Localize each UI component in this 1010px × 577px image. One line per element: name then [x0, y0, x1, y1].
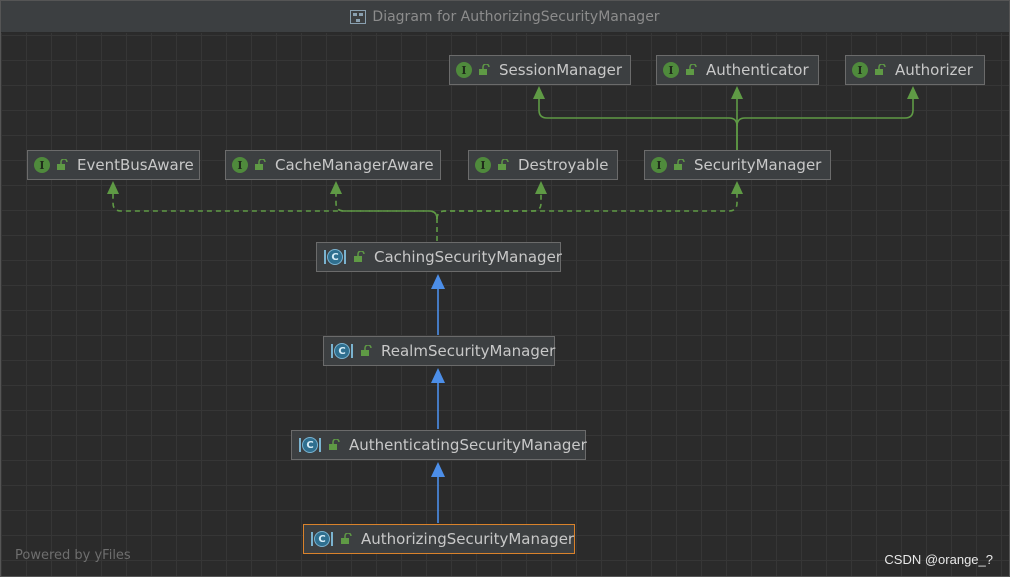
- abstract-class-icon: C: [298, 437, 322, 453]
- diagram-window: Diagram for AuthorizingSecurityManager I…: [0, 0, 1010, 577]
- public-lock-icon: [686, 64, 697, 75]
- window-title: Diagram for AuthorizingSecurityManager: [372, 8, 660, 25]
- node-label: SecurityManager: [694, 156, 822, 174]
- public-lock-icon: [341, 533, 352, 544]
- node-authenticating-security-manager[interactable]: C AuthenticatingSecurityManager: [291, 430, 587, 460]
- node-authenticator[interactable]: I Authenticator: [656, 55, 819, 85]
- node-authorizer[interactable]: I Authorizer: [845, 55, 985, 85]
- node-cache-manager-aware[interactable]: I CacheManagerAware: [225, 150, 441, 180]
- node-label: AuthenticatingSecurityManager: [349, 436, 587, 454]
- node-label: CacheManagerAware: [275, 156, 434, 174]
- node-label: Authenticator: [706, 61, 809, 79]
- watermark: CSDN @orange_?: [884, 552, 993, 567]
- public-lock-icon: [329, 439, 340, 450]
- public-lock-icon: [361, 345, 372, 356]
- interface-icon: I: [475, 157, 491, 173]
- node-label: Destroyable: [518, 156, 609, 174]
- interface-icon: I: [651, 157, 667, 173]
- interface-icon: I: [34, 157, 50, 173]
- powered-by-label: Powered by yFiles: [15, 548, 131, 563]
- diagram-canvas[interactable]: I SessionManager I Authenticator I Autho…: [1, 33, 1009, 576]
- public-lock-icon: [479, 64, 490, 75]
- node-label: RealmSecurityManager: [381, 342, 556, 360]
- title-bar: Diagram for AuthorizingSecurityManager: [1, 1, 1009, 33]
- node-label: Authorizer: [895, 61, 973, 79]
- diagram-icon: [350, 9, 367, 24]
- node-caching-security-manager[interactable]: C CachingSecurityManager: [316, 242, 562, 272]
- node-session-manager[interactable]: I SessionManager: [449, 55, 631, 85]
- node-label: EventBusAware: [77, 156, 194, 174]
- interface-icon: I: [663, 62, 679, 78]
- implements-arrowheads: [107, 181, 743, 194]
- node-destroyable[interactable]: I Destroyable: [468, 150, 618, 180]
- implements-edges-caching: [112, 193, 738, 241]
- node-label: SessionManager: [499, 61, 622, 79]
- public-lock-icon: [354, 251, 365, 262]
- public-lock-icon: [674, 159, 685, 170]
- public-lock-icon: [498, 159, 509, 170]
- public-lock-icon: [255, 159, 266, 170]
- extends-edge-security-manager: [533, 86, 919, 150]
- node-security-manager[interactable]: I SecurityManager: [644, 150, 831, 180]
- interface-icon: I: [456, 62, 472, 78]
- interface-icon: I: [852, 62, 868, 78]
- interface-icon: I: [232, 157, 248, 173]
- node-event-bus-aware[interactable]: I EventBusAware: [27, 150, 200, 180]
- abstract-class-icon: C: [310, 531, 334, 547]
- public-lock-icon: [57, 159, 68, 170]
- edges-layer: [107, 86, 919, 523]
- node-realm-security-manager[interactable]: C RealmSecurityManager: [323, 336, 555, 366]
- node-label: CachingSecurityManager: [374, 248, 562, 266]
- node-authorizing-security-manager[interactable]: C AuthorizingSecurityManager: [303, 524, 575, 554]
- public-lock-icon: [875, 64, 886, 75]
- abstract-class-icon: C: [323, 249, 347, 265]
- node-label: AuthorizingSecurityManager: [361, 530, 575, 548]
- abstract-class-icon: C: [330, 343, 354, 359]
